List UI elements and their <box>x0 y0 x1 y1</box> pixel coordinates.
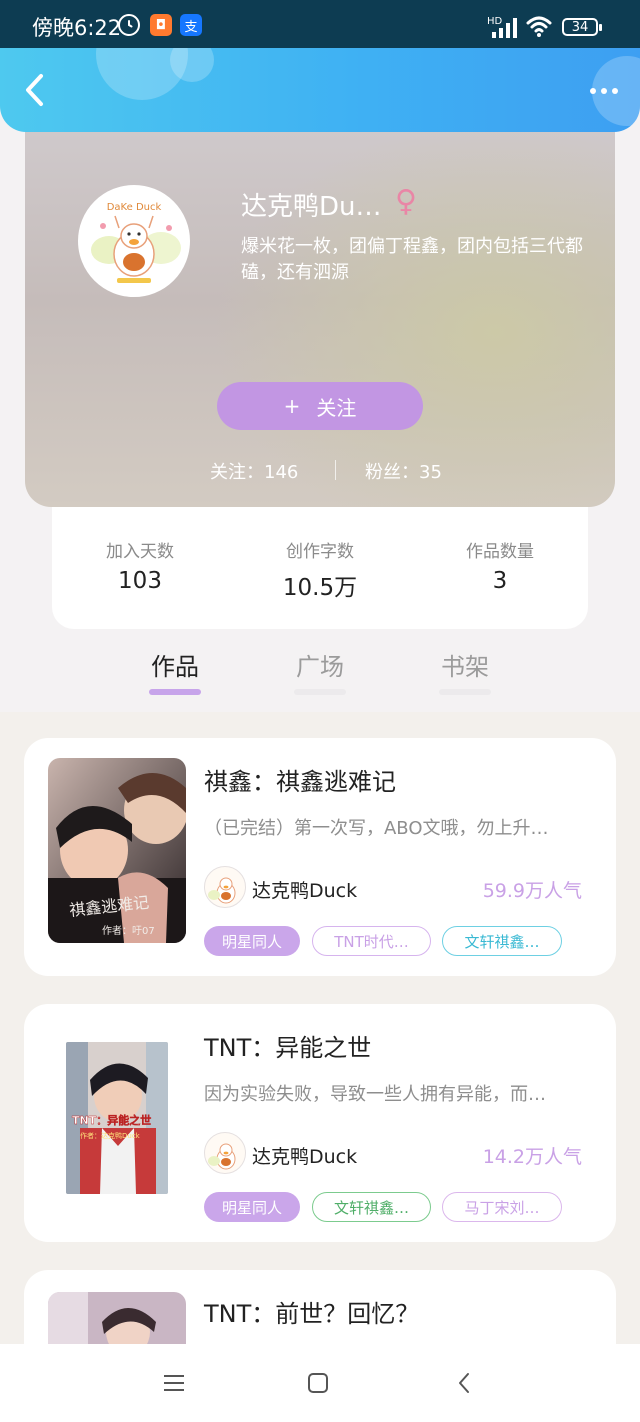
author-row[interactable]: 达克鸭Duck 59.9万人气 <box>204 866 584 910</box>
battery-icon: 34 <box>562 18 602 36</box>
stat-days-joined: 加入天数 103 <box>60 537 220 594</box>
stat-value: 10.5万 <box>282 575 358 601</box>
tag[interactable]: 文轩祺鑫… <box>442 926 562 956</box>
author-row[interactable]: 达克鸭Duck 14.2万人气 <box>204 1132 584 1176</box>
work-description: （已完结）第一次写，ABO文哦，勿上升… <box>204 818 549 839</box>
divider <box>335 460 336 480</box>
cover-image: 祺鑫逃难记 作者：吁07 <box>48 758 186 943</box>
work-cover[interactable]: TNT：异能之世 作者：达克鸭Duck <box>66 1042 168 1194</box>
system-nav-bar <box>0 1344 640 1422</box>
tag[interactable]: 明星同人 <box>204 926 300 956</box>
duck-avatar-icon <box>208 877 236 904</box>
cover-subtitle-text: 作者：吁07 <box>102 925 155 937</box>
alarm-icon <box>118 14 140 36</box>
chevron-left-icon <box>26 74 43 106</box>
stat-label: 创作字数 <box>286 542 354 562</box>
author-avatar <box>204 866 246 908</box>
work-title[interactable]: TNT：异能之世 <box>204 1028 371 1063</box>
alipay-icon: 支 <box>180 14 202 36</box>
work-card[interactable]: TNT：异能之世 作者：达克鸭Duck TNT：异能之世 因为实验失败，导致一些… <box>24 1004 616 1242</box>
cover-image: TNT：异能之世 作者：达克鸭Duck <box>66 1042 168 1194</box>
stats-panel: 加入天数 103 创作字数 10.5万 作品数量 3 <box>52 507 588 629</box>
profile-card: DaKe Duck 达克鸭Du… ♀ 爆米花一枚，团偏丁程鑫，团内包括三代都磕，… <box>25 132 615 507</box>
avatar-text: DaKe Duck <box>107 202 162 213</box>
work-card[interactable]: TNT：前世？回忆？ <box>24 1270 616 1344</box>
nav-back-button[interactable] <box>444 1366 484 1400</box>
battery-level: 34 <box>571 19 589 35</box>
work-card[interactable]: 祺鑫逃难记 作者：吁07 祺鑫：祺鑫逃难记 （已完结）第一次写，ABO文哦，勿上… <box>24 738 616 976</box>
work-description: 因为实验失败，导致一些人拥有异能，而… <box>204 1084 546 1105</box>
tab-plaza[interactable]: 广场 <box>275 647 365 682</box>
back-button[interactable] <box>14 70 54 110</box>
tag[interactable]: 文轩祺鑫… <box>312 1192 431 1222</box>
bio: 爆米花一枚，团偏丁程鑫，团内包括三代都磕，还有泗源 <box>241 236 583 283</box>
follow-button-label: 关注 <box>316 395 357 420</box>
work-title[interactable]: TNT：前世？回忆？ <box>204 1294 419 1329</box>
stat-label: 作品数量 <box>466 542 534 562</box>
cover-image <box>48 1292 186 1344</box>
nickname: 达克鸭Du… <box>241 192 382 222</box>
popularity: 14.2万人气 <box>482 1146 582 1168</box>
work-title[interactable]: 祺鑫：祺鑫逃难记 <box>204 762 396 797</box>
tag[interactable]: TNT时代… <box>312 926 431 956</box>
tab-works-underline <box>149 689 201 695</box>
cover-subtitle-text: 作者：达克鸭Duck <box>80 1131 141 1140</box>
back-triangle-icon <box>459 1373 469 1393</box>
cover-title-text: TNT：异能之世 <box>72 1113 151 1127</box>
fans-count[interactable]: 粉丝：35 <box>365 458 442 484</box>
tag[interactable]: 马丁宋刘… <box>442 1192 562 1222</box>
author-name: 达克鸭Duck <box>252 1146 358 1168</box>
stat-label: 加入天数 <box>106 542 174 562</box>
app-icon: ◘ <box>150 14 172 36</box>
home-button[interactable] <box>298 1366 338 1400</box>
avatar[interactable]: DaKe Duck <box>78 185 190 297</box>
stat-value: 103 <box>118 568 162 594</box>
tag[interactable]: 明星同人 <box>204 1192 300 1222</box>
popularity: 59.9万人气 <box>482 880 582 902</box>
duck-avatar-icon <box>208 1143 236 1170</box>
female-symbol-icon: ♀ <box>395 184 417 219</box>
status-time: 傍晚6:22 <box>32 16 122 40</box>
menu-button[interactable] <box>154 1366 194 1400</box>
tab-bookshelf-underline <box>439 689 491 695</box>
work-cover[interactable]: 祺鑫逃难记 作者：吁07 <box>48 758 186 943</box>
duck-avatar-image: DaKe Duck <box>81 188 187 294</box>
follow-stats: 关注：146 粉丝：35 <box>25 454 615 484</box>
more-button[interactable] <box>586 76 622 106</box>
following-count[interactable]: 关注：146 <box>210 458 298 484</box>
work-cover[interactable] <box>48 1292 186 1344</box>
tab-bookshelf[interactable]: 书架 <box>420 647 510 682</box>
plus-icon: + <box>283 394 301 418</box>
app-header <box>0 48 640 132</box>
home-square-icon <box>308 1373 328 1393</box>
tab-bar: 作品 广场 书架 <box>0 640 640 710</box>
author-avatar <box>204 1132 246 1174</box>
more-dots-icon <box>590 88 596 94</box>
stat-value: 3 <box>492 568 508 594</box>
stat-word-count: 创作字数 10.5万 <box>240 537 400 602</box>
stat-work-count: 作品数量 3 <box>420 537 580 594</box>
follow-button[interactable]: + 关注 <box>217 382 423 430</box>
status-bar: 傍晚6:22 ◘ 支 HD 34 <box>0 0 640 48</box>
author-name: 达克鸭Duck <box>252 880 358 902</box>
menu-icon <box>164 1375 184 1391</box>
tab-works[interactable]: 作品 <box>130 647 220 682</box>
tab-plaza-underline <box>294 689 346 695</box>
signal-icon <box>492 18 517 38</box>
wifi-icon <box>526 16 552 37</box>
